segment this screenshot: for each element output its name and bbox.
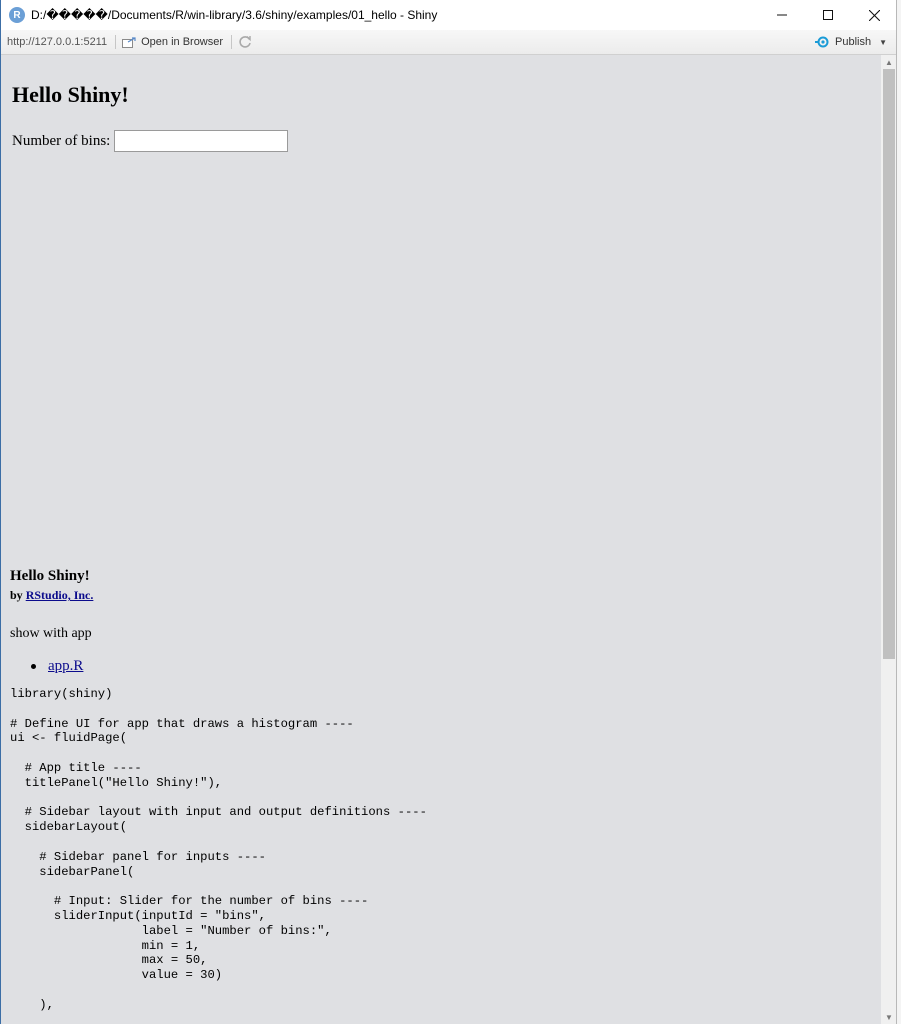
publish-label: Publish [835, 36, 872, 48]
show-with-app-toggle[interactable]: show with app [10, 626, 92, 642]
publish-icon [815, 36, 829, 48]
scroll-down-icon[interactable]: ▼ [881, 1010, 897, 1024]
close-icon [868, 9, 880, 21]
bins-label: Number of bins: [12, 132, 111, 149]
toolbar-separator [115, 35, 117, 49]
author-line: by RStudio, Inc. [10, 588, 93, 603]
bins-input[interactable] [114, 130, 289, 152]
bins-control: Number of bins: [12, 130, 289, 152]
file-link-app-r[interactable]: app.R [48, 658, 83, 674]
minimize-button[interactable] [759, 0, 805, 30]
vertical-scrollbar[interactable]: ▲ ▼ [881, 55, 897, 1024]
maximize-icon [823, 10, 833, 20]
file-tabs: app.R [31, 658, 83, 675]
open-in-browser-button[interactable]: Open in Browser [122, 36, 223, 48]
scrollbar-thumb[interactable] [883, 69, 895, 659]
shiny-viewer-window: R D:/�����/Documents/R/win-library/3.6/s… [0, 0, 897, 1024]
background-window-edge [896, 0, 901, 1024]
r-app-icon: R [9, 7, 25, 23]
list-item: app.R [31, 658, 83, 675]
close-button[interactable] [851, 0, 897, 30]
open-in-browser-label: Open in Browser [141, 36, 224, 48]
url-display: http://127.0.0.1:5211 [7, 36, 108, 48]
source-code: library(shiny) # Define UI for app that … [10, 687, 427, 1012]
minimize-icon [777, 14, 787, 16]
author-link[interactable]: RStudio, Inc. [26, 588, 94, 602]
title-bar[interactable]: R D:/�����/Documents/R/win-library/3.6/s… [1, 0, 897, 30]
publish-button[interactable]: Publish ▼ [815, 36, 887, 48]
maximize-button[interactable] [805, 0, 851, 30]
scroll-up-icon[interactable]: ▲ [881, 55, 897, 69]
example-title: Hello Shiny! [10, 568, 90, 584]
viewer-toolbar: http://127.0.0.1:5211 Open in Browser Pu… [1, 30, 897, 55]
chevron-down-icon[interactable]: ▼ [879, 38, 887, 47]
window-title: D:/�����/Documents/R/win-library/3.6/shi… [31, 8, 438, 22]
open-in-browser-icon [122, 36, 136, 48]
toolbar-separator [231, 35, 233, 49]
page-title: Hello Shiny! [12, 82, 129, 107]
window-controls [759, 0, 897, 30]
by-label: by [10, 588, 23, 602]
app-content: Hello Shiny! Number of bins: Hello Shiny… [1, 55, 881, 1024]
refresh-icon[interactable] [238, 35, 252, 49]
